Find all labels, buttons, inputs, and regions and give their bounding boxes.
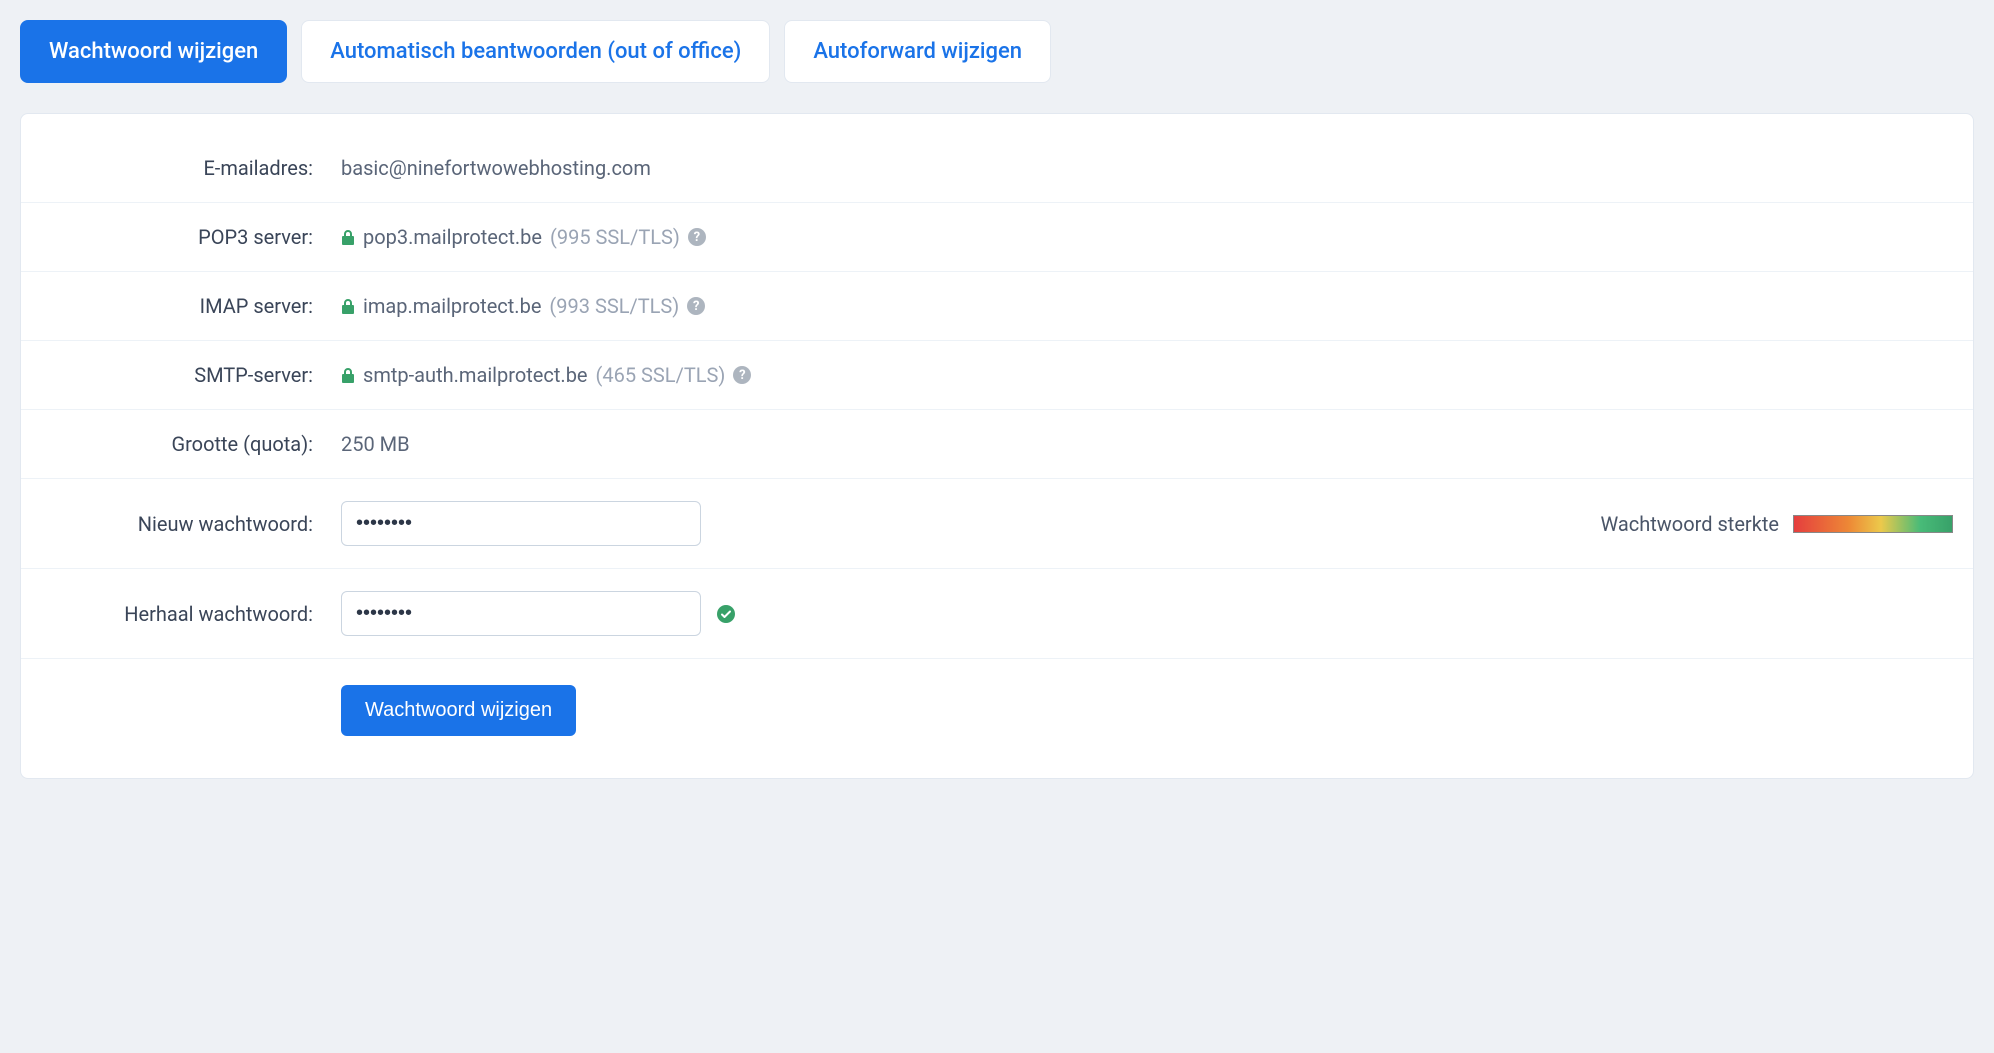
value-imap: imap.mailprotect.be (993 SSL/TLS) ? <box>341 294 1953 318</box>
pop3-port: (995 SSL/TLS) <box>550 225 680 249</box>
value-quota: 250 MB <box>341 432 1953 456</box>
smtp-port: (465 SSL/TLS) <box>596 363 726 387</box>
label-imap: IMAP server: <box>41 294 341 318</box>
row-email: E-mailadres: basic@ninefortwowebhosting.… <box>21 134 1973 203</box>
settings-panel: E-mailadres: basic@ninefortwowebhosting.… <box>20 113 1974 779</box>
row-quota: Grootte (quota): 250 MB <box>21 410 1973 479</box>
value-email: basic@ninefortwowebhosting.com <box>341 156 1953 180</box>
check-circle-icon <box>717 605 735 623</box>
label-repeat-password: Herhaal wachtwoord: <box>41 602 341 626</box>
new-password-input[interactable] <box>341 501 701 546</box>
label-smtp: SMTP-server: <box>41 363 341 387</box>
value-new-password: Wachtwoord sterkte <box>341 501 1953 546</box>
row-repeat-password: Herhaal wachtwoord: <box>21 569 1973 659</box>
help-icon[interactable]: ? <box>688 228 706 246</box>
row-submit: Wachtwoord wijzigen <box>21 659 1973 758</box>
smtp-host: smtp-auth.mailprotect.be <box>363 363 588 387</box>
lock-icon <box>341 229 355 245</box>
tabs: Wachtwoord wijzigen Automatisch beantwoo… <box>20 20 1974 83</box>
tab-password[interactable]: Wachtwoord wijzigen <box>20 20 287 83</box>
value-pop3: pop3.mailprotect.be (995 SSL/TLS) ? <box>341 225 1953 249</box>
row-smtp: SMTP-server: smtp-auth.mailprotect.be (4… <box>21 341 1973 410</box>
row-pop3: POP3 server: pop3.mailprotect.be (995 SS… <box>21 203 1973 272</box>
row-imap: IMAP server: imap.mailprotect.be (993 SS… <box>21 272 1973 341</box>
label-email: E-mailadres: <box>41 156 341 180</box>
label-pop3: POP3 server: <box>41 225 341 249</box>
submit-button[interactable]: Wachtwoord wijzigen <box>341 685 576 736</box>
value-repeat-password <box>341 591 1953 636</box>
imap-port: (993 SSL/TLS) <box>549 294 679 318</box>
strength-label: Wachtwoord sterkte <box>1600 512 1779 536</box>
imap-host: imap.mailprotect.be <box>363 294 541 318</box>
value-smtp: smtp-auth.mailprotect.be (465 SSL/TLS) ? <box>341 363 1953 387</box>
value-submit: Wachtwoord wijzigen <box>341 685 1953 736</box>
pop3-host: pop3.mailprotect.be <box>363 225 542 249</box>
strength-bar <box>1793 515 1953 533</box>
repeat-password-input[interactable] <box>341 591 701 636</box>
password-strength: Wachtwoord sterkte <box>1600 512 1953 536</box>
label-new-password: Nieuw wachtwoord: <box>41 512 341 536</box>
tab-autoforward[interactable]: Autoforward wijzigen <box>784 20 1051 83</box>
help-icon[interactable]: ? <box>687 297 705 315</box>
label-quota: Grootte (quota): <box>41 432 341 456</box>
help-icon[interactable]: ? <box>733 366 751 384</box>
row-new-password: Nieuw wachtwoord: Wachtwoord sterkte <box>21 479 1973 569</box>
lock-icon <box>341 298 355 314</box>
lock-icon <box>341 367 355 383</box>
tab-autoresponder[interactable]: Automatisch beantwoorden (out of office) <box>301 20 770 83</box>
